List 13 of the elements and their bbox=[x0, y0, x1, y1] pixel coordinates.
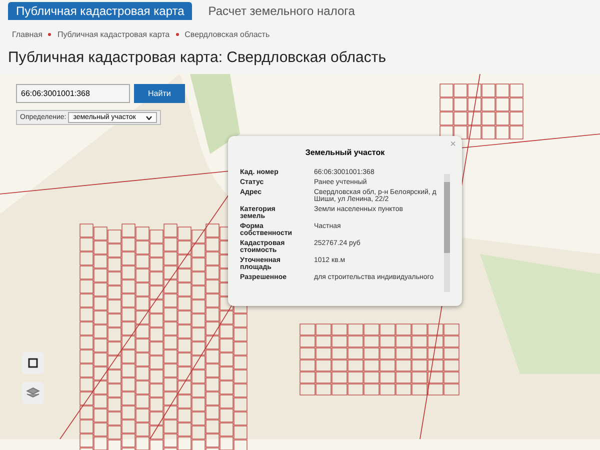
popup-title: Земельный участок bbox=[304, 148, 386, 157]
tab[interactable]: Публичная кадастровая карта bbox=[8, 2, 192, 20]
chevron-down-icon bbox=[146, 116, 152, 120]
breadcrumb-link[interactable]: Публичная кадастровая карта bbox=[57, 30, 170, 39]
square-icon[interactable] bbox=[22, 352, 44, 374]
layers-icon[interactable] bbox=[22, 382, 44, 404]
scrollbar[interactable] bbox=[444, 174, 450, 292]
cadastral-number-field[interactable]: 66:06:3001001:368 bbox=[16, 84, 130, 103]
breadcrumb-link[interactable]: Свердловская область bbox=[184, 30, 270, 39]
search-button[interactable]: Найти bbox=[134, 84, 185, 103]
tab[interactable]: Расчет земельного налога bbox=[200, 2, 363, 20]
page-title: Публичная кадастровая карта: Свердловская область bbox=[8, 49, 388, 66]
breadcrumb-link[interactable]: Главная bbox=[12, 30, 42, 39]
